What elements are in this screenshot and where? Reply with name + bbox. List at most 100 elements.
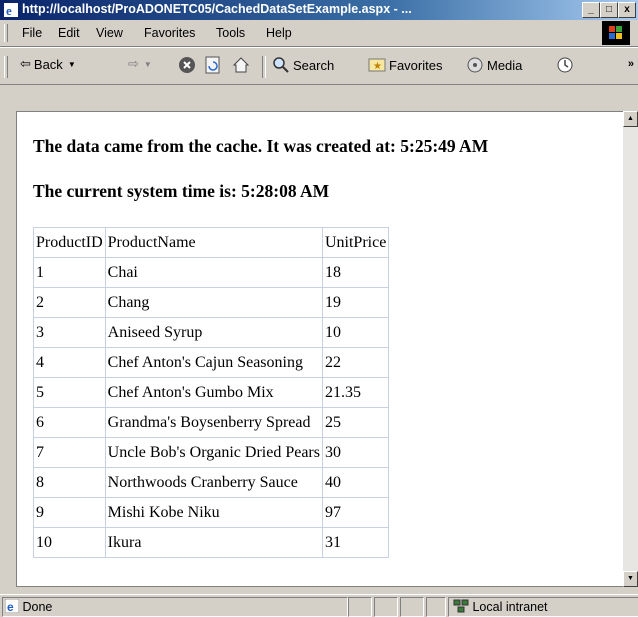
menu-help[interactable]: Help xyxy=(266,26,292,40)
history-icon xyxy=(557,57,573,73)
internet-explorer-icon: e xyxy=(4,3,18,17)
status-panel-empty xyxy=(426,597,446,617)
home-icon xyxy=(232,57,250,73)
header-productname: ProductName xyxy=(104,227,323,258)
cell-productid: 3 xyxy=(33,317,106,348)
menu-bar: File Edit View Favorites Tools Help xyxy=(0,20,638,47)
history-button[interactable] xyxy=(556,56,574,74)
forward-dropdown-icon[interactable]: ▼ xyxy=(144,60,152,69)
svg-text:e: e xyxy=(6,3,12,17)
forward-button[interactable]: ⇨ ▼ xyxy=(128,56,152,72)
table-row: 8 Northwoods Cranberry Sauce 40 xyxy=(33,467,390,498)
table-row: 7 Uncle Bob's Organic Dried Pears 30 xyxy=(33,437,390,468)
cell-productid: 2 xyxy=(33,287,106,318)
header-productid: ProductID xyxy=(33,227,106,258)
cell-unitprice: 97 xyxy=(321,497,390,528)
cell-unitprice: 22 xyxy=(321,347,390,378)
cell-productname: Mishi Kobe Niku xyxy=(104,497,323,528)
cell-productname: Chang xyxy=(104,287,323,318)
cell-unitprice: 40 xyxy=(321,467,390,498)
products-table: ProductID ProductName UnitPrice 1 Chai 1… xyxy=(33,227,390,558)
status-panel-empty xyxy=(374,597,398,617)
svg-text:★: ★ xyxy=(373,61,382,72)
svg-text:e: e xyxy=(7,600,14,613)
browser-content-area: The data came from the cache. It was cre… xyxy=(16,111,624,587)
cell-productid: 1 xyxy=(33,257,106,288)
cell-productname: Aniseed Syrup xyxy=(104,317,323,348)
media-icon xyxy=(467,57,483,73)
web-page: The data came from the cache. It was cre… xyxy=(33,136,488,558)
header-unitprice: UnitPrice xyxy=(321,227,390,258)
table-row: 2 Chang 19 xyxy=(33,287,390,318)
table-row: 3 Aniseed Syrup 10 xyxy=(33,317,390,348)
cell-productid: 10 xyxy=(33,527,106,558)
cell-productname: Chef Anton's Cajun Seasoning xyxy=(104,347,323,378)
table-header-row: ProductID ProductName UnitPrice xyxy=(33,227,390,258)
cell-unitprice: 18 xyxy=(321,257,390,288)
favorites-button[interactable]: ★ Favorites xyxy=(368,56,442,74)
cell-productid: 7 xyxy=(33,437,106,468)
media-label: Media xyxy=(487,57,523,73)
close-button[interactable]: x xyxy=(618,2,636,18)
table-row: 1 Chai 18 xyxy=(33,257,390,288)
cell-productname: Uncle Bob's Organic Dried Pears xyxy=(104,437,323,468)
stop-icon xyxy=(179,57,195,73)
cell-unitprice: 19 xyxy=(321,287,390,318)
favorites-label: Favorites xyxy=(389,57,443,73)
maximize-button[interactable]: □ xyxy=(600,2,618,18)
menu-tools[interactable]: Tools xyxy=(216,26,245,40)
toolbar-overflow-chevron[interactable]: » xyxy=(628,58,634,70)
standard-toolbar: ⇦ Back ▼ ⇨ ▼ Search ★ Favorites Media » xyxy=(0,47,638,85)
page-done-icon: e xyxy=(4,598,20,614)
cell-unitprice: 10 xyxy=(321,317,390,348)
back-button[interactable]: ⇦ Back ▼ xyxy=(20,56,76,72)
status-text: Done xyxy=(22,600,53,614)
table-row: 9 Mishi Kobe Niku 97 xyxy=(33,497,390,528)
table-row: 10 Ikura 31 xyxy=(33,527,390,558)
status-panel-empty xyxy=(400,597,424,617)
refresh-button[interactable] xyxy=(204,56,222,74)
cell-productid: 9 xyxy=(33,497,106,528)
vertical-scrollbar[interactable]: ▲ ▼ xyxy=(623,111,638,587)
forward-arrow-icon: ⇨ xyxy=(128,56,139,71)
menu-favorites[interactable]: Favorites xyxy=(144,26,195,40)
toolbar-grip xyxy=(4,56,8,78)
cache-message: The data came from the cache. It was cre… xyxy=(33,136,489,156)
table-row: 6 Grandma's Boysenberry Spread 25 xyxy=(33,407,390,438)
cell-productid: 5 xyxy=(33,377,106,408)
cell-unitprice: 21.35 xyxy=(321,377,390,408)
search-label: Search xyxy=(293,57,335,73)
cell-productname: Northwoods Cranberry Sauce xyxy=(104,467,323,498)
cell-productid: 4 xyxy=(33,347,106,378)
menu-view[interactable]: View xyxy=(96,26,123,40)
status-bar: e Done Local intranet xyxy=(0,594,638,617)
scroll-up-arrow-icon[interactable]: ▲ xyxy=(623,111,638,127)
media-button[interactable]: Media xyxy=(466,56,522,74)
security-zone-label: Local intranet xyxy=(472,600,548,614)
stop-button[interactable] xyxy=(178,56,196,74)
cell-unitprice: 30 xyxy=(321,437,390,468)
status-panel-empty xyxy=(348,597,372,617)
menu-grip xyxy=(4,24,8,42)
back-label: Back xyxy=(33,56,63,72)
status-zone-panel: Local intranet xyxy=(448,597,638,617)
cell-productid: 6 xyxy=(33,407,106,438)
window-title: http://localhost/ProADONETC05/CachedData… xyxy=(22,2,412,16)
search-button[interactable]: Search xyxy=(272,56,334,74)
back-arrow-icon: ⇦ xyxy=(20,56,31,71)
menu-file[interactable]: File xyxy=(22,26,42,40)
back-dropdown-icon[interactable]: ▼ xyxy=(68,60,76,69)
menu-edit[interactable]: Edit xyxy=(58,26,80,40)
cell-productname: Grandma's Boysenberry Spread xyxy=(104,407,323,438)
toolbar-separator xyxy=(262,56,266,78)
scroll-down-arrow-icon[interactable]: ▼ xyxy=(623,571,638,587)
window-title-bar[interactable]: e http://localhost/ProADONETC05/CachedDa… xyxy=(0,0,638,20)
home-button[interactable] xyxy=(232,56,250,74)
minimize-button[interactable]: _ xyxy=(582,2,600,18)
cell-productname: Chef Anton's Gumbo Mix xyxy=(104,377,323,408)
cell-productname: Chai xyxy=(104,257,323,288)
refresh-icon xyxy=(205,56,220,74)
cell-productid: 8 xyxy=(33,467,106,498)
local-intranet-icon xyxy=(453,599,469,613)
favorites-icon: ★ xyxy=(368,58,386,72)
